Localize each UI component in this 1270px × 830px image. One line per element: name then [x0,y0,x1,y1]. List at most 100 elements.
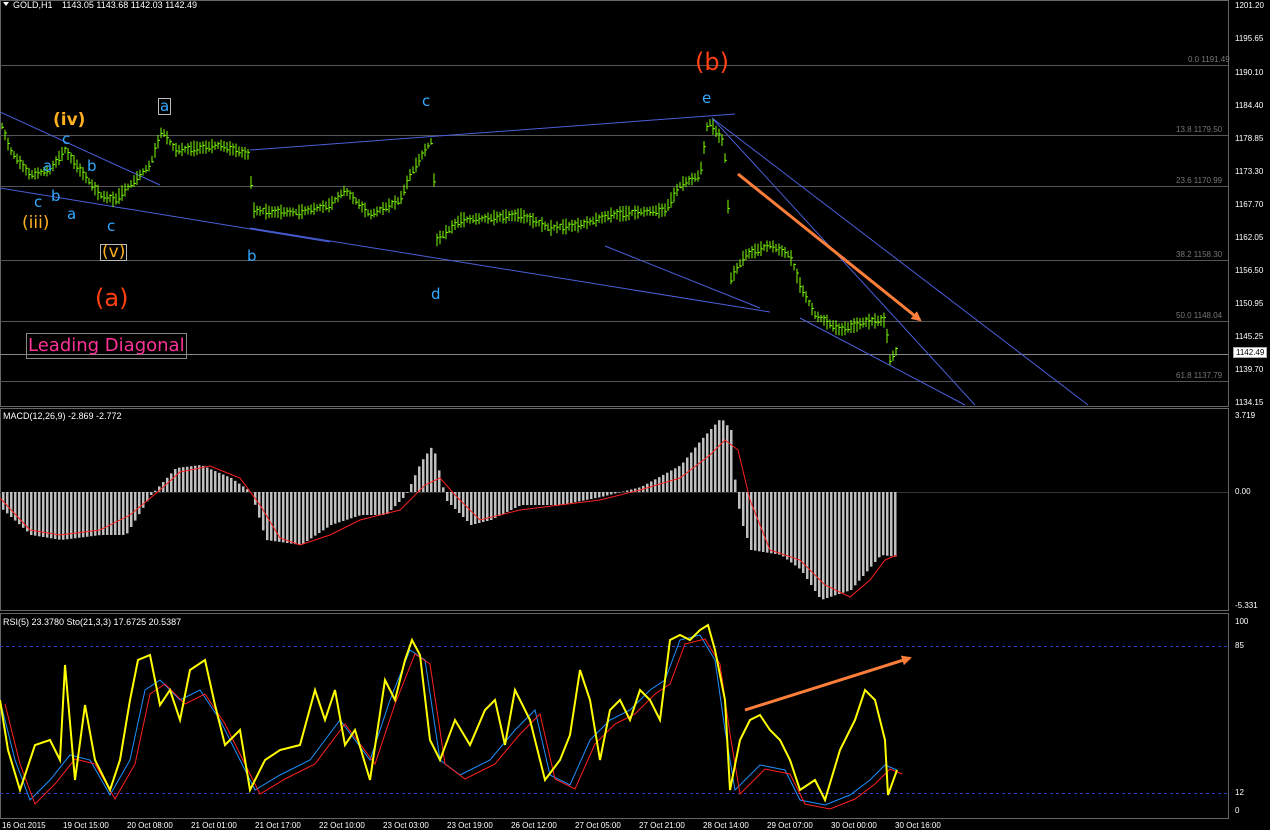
macd-bar [514,492,517,508]
trendline-down-3[interactable] [799,317,966,406]
macd-bar [338,492,341,523]
wave-label-b-major[interactable]: (b) [695,48,729,76]
macd-bar [130,492,133,527]
macd-bar [234,480,237,492]
macd-bar [382,492,385,515]
macd-bar [474,492,477,524]
wave-label-a[interactable]: a [43,157,52,175]
macd-bar [302,492,305,544]
wave-label-c[interactable]: c [62,130,70,148]
macd-bar [490,492,493,520]
macd-panel-frame [0,408,1229,611]
price-tick: 1184.40 [1235,101,1264,110]
macd-bar [286,492,289,543]
macd-bar [762,492,765,552]
wave-label-a[interactable]: a [158,98,172,115]
rsi-tick: 0 [1235,806,1240,815]
time-tick: 30 Oct 00:00 [831,821,877,830]
macd-bar [322,492,325,531]
macd-bar [58,492,61,540]
macd-bar [118,492,121,535]
wave-label-e[interactable]: e [702,89,711,107]
wave-label-c[interactable]: c [107,217,115,235]
wave-label-iii[interactable]: (iii) [22,213,49,233]
macd-bar [498,492,501,516]
macd-bar [626,490,629,492]
macd-bar [698,442,701,492]
time-tick: 27 Oct 21:00 [639,821,685,830]
macd-bar [614,492,617,494]
macd-bar [774,492,777,554]
down-arrow[interactable] [737,172,922,322]
macd-bar [94,492,97,536]
trendline-lower-channel[interactable] [249,227,771,313]
wave-label-b[interactable]: b [51,187,61,205]
macd-bar [790,492,793,563]
wave-label-c[interactable]: c [422,92,430,110]
rsi-label: RSI(5) 23.3780 Sto(21,3,3) 17.6725 20.53… [3,617,182,627]
time-tick: 22 Oct 10:00 [319,821,365,830]
macd-bar [378,492,381,515]
macd-bar [298,492,301,545]
macd-tick: -5.331 [1235,601,1258,610]
fib-label: 13.8 1179.50 [1176,125,1223,134]
macd-bar [594,492,597,499]
macd-bar [690,452,693,492]
macd-bar [554,492,557,505]
macd-bar [354,492,357,517]
macd-bar [198,465,201,492]
time-tick: 20 Oct 08:00 [127,821,173,830]
macd-bar [410,484,413,492]
macd-bar [334,492,337,524]
macd-bar [458,492,461,513]
macd-bar [398,492,401,502]
price-tick: 1134.15 [1235,398,1264,407]
macd-bar [834,492,837,596]
macd-bar [314,492,317,536]
macd-bar [598,492,601,498]
macd-bar [306,492,309,541]
trendline-upper-channel[interactable] [249,113,736,151]
leading-diagonal-label[interactable]: Leading Diagonal [26,333,187,359]
divergence-arrow[interactable] [744,655,912,712]
macd-bar [342,492,345,521]
macd-bar [826,492,829,598]
macd-bar [62,492,65,540]
macd-bar [714,424,717,492]
wave-label-v[interactable]: (v) [100,244,128,261]
macd-bar [430,447,433,492]
price-tick: 1167.70 [1235,200,1264,209]
macd-bar [210,469,213,492]
wave-label-d[interactable]: d [431,285,441,303]
macd-bar [846,492,849,592]
wave-label-b[interactable]: b [247,247,257,265]
macd-bar [406,492,409,493]
wave-label-a-major[interactable]: (a) [95,284,128,312]
macd-bar [50,492,53,539]
collapse-icon[interactable] [3,2,9,6]
macd-bar [374,492,377,515]
macd-bar [702,437,705,492]
macd-bar [618,492,621,493]
macd-bar [506,492,509,512]
wave-label-a[interactable]: a [67,205,76,223]
macd-bar [194,465,197,492]
macd-bar [46,492,49,538]
macd-bar [606,492,609,496]
trendlines[interactable] [0,111,1089,406]
fib-label: 61.8 1137.79 [1176,371,1223,380]
trendline-down-2[interactable] [711,117,1089,406]
macd-bar [66,492,69,540]
macd-bar [34,492,37,536]
trendline-down-1[interactable] [711,117,976,406]
macd-bar [142,492,145,508]
macd-bar [722,420,725,492]
trendline-mid[interactable] [604,245,761,309]
macd-bar [122,492,125,535]
chart-canvas[interactable] [0,0,1270,828]
chart-symbol: GOLD,H1 [13,0,53,10]
time-tick: 19 Oct 15:00 [63,821,109,830]
wave-label-b[interactable]: b [87,157,97,175]
wave-label-iv[interactable]: (iv) [53,110,85,130]
wave-label-c[interactable]: c [34,193,42,211]
